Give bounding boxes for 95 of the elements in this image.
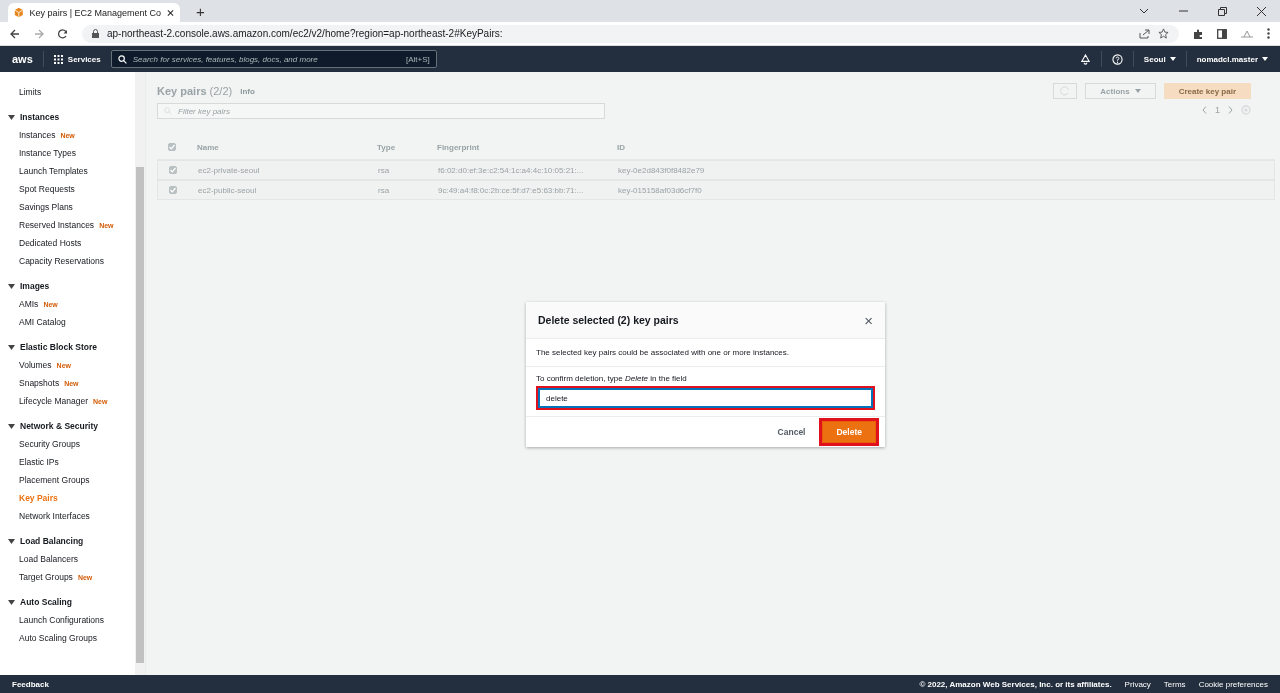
back-icon[interactable] [10, 28, 20, 39]
table-cell-text: ec2-private-seoul [198, 165, 261, 175]
sidebar-link[interactable]: AMI Catalog [8, 313, 66, 331]
sidebar-icon[interactable] [1217, 28, 1227, 39]
sidebar-link[interactable]: Limits [8, 83, 135, 101]
confirm-label: To confirm deletion, type Delete in the field [536, 373, 688, 384]
sidebar-link[interactable]: Spot Requests [8, 180, 75, 198]
scrollbar[interactable] [135, 72, 145, 675]
tab-title: Key pairs | EC2 Management Co [29, 7, 161, 18]
table-cell: key-0e2d843f0f8482e79 [618, 165, 705, 175]
feedback-link[interactable]: Feedback [12, 679, 49, 689]
checkbox[interactable] [169, 186, 177, 194]
close-button[interactable]: × [864, 312, 873, 328]
refresh-icon [1060, 86, 1071, 96]
shortcut-hint: [Alt+S] [405, 54, 430, 64]
section-header[interactable]: Load Balancing [8, 532, 84, 550]
footer-link[interactable]: Cookie preferences [1198, 679, 1268, 689]
restore-icon[interactable] [1218, 6, 1227, 16]
caret-icon [1262, 57, 1268, 61]
url-text: ap-northeast-2.console.aws.amazon.com/ec2/v2/home?region=ap-northeast-2#KeyPairs: [107, 28, 503, 39]
sidebar-link[interactable]: Security Groups [8, 435, 80, 453]
sidebar-link[interactable]: Placement Groups [8, 471, 90, 489]
footer-link[interactable]: Terms [1163, 679, 1186, 689]
search-icon [117, 54, 127, 64]
sidebar-link[interactable]: Capacity Reservations [8, 252, 105, 270]
sidebar-link[interactable]: Load Balancers [8, 550, 79, 568]
filter-field[interactable]: Filter key pairs [178, 106, 598, 116]
account-menu[interactable]: nomadcl.master [1196, 54, 1268, 64]
sidebar-link[interactable]: Elastic IPs [8, 453, 59, 471]
warning-text: The selected key pairs could be associated with one or more instances. [536, 347, 791, 359]
services-menu[interactable]: Services [53, 54, 101, 64]
sidebar-link[interactable]: Network Interfaces [8, 507, 90, 525]
section-header[interactable]: Network & Security [8, 417, 98, 435]
table-cell: key-015158af03d6cf7f0 [618, 185, 702, 195]
aws-logo[interactable]: aws [12, 53, 33, 65]
section-header[interactable]: Instances [8, 108, 60, 126]
address-bar[interactable]: ap-northeast-2.console.aws.amazon.com/ec2/v2/home?region=ap-northeast-2#KeyPairs: [82, 24, 1179, 43]
sidebar-link[interactable]: AMIs [8, 295, 39, 313]
sidebar-link[interactable]: Instances [8, 126, 56, 144]
sidebar-link[interactable]: Instance Types [8, 144, 77, 162]
footer-link[interactable]: Privacy [1124, 679, 1151, 689]
close-icon[interactable] [1257, 6, 1266, 16]
browser-tab[interactable]: Key pairs | EC2 Management Co [8, 3, 180, 22]
puzzle-icon[interactable] [1193, 28, 1203, 39]
caret-icon [8, 344, 15, 350]
table-cell-text: rsa [378, 165, 391, 175]
region-menu[interactable]: Seoul [1143, 54, 1176, 64]
cube-icon [14, 7, 24, 18]
section-header[interactable]: Elastic Block Store [8, 338, 97, 356]
chevron-down-icon[interactable] [1139, 8, 1149, 14]
more-icon[interactable] [1267, 28, 1270, 39]
share-icon[interactable] [1139, 28, 1150, 39]
confirm-field[interactable]: delete [539, 389, 872, 407]
caret-icon [8, 423, 15, 429]
create-button[interactable]: Create key pair [1163, 83, 1251, 99]
search-icon [164, 107, 172, 115]
copyright-text: © 2022, Amazon Web Services, Inc. or its affiliates. [919, 679, 1112, 689]
grid-icon [53, 54, 63, 64]
sidebar-link[interactable]: Reserved Instances [8, 216, 95, 234]
star-icon[interactable] [1158, 28, 1169, 39]
sidebar-link[interactable]: Snapshots [8, 374, 60, 392]
reload-icon[interactable] [58, 28, 68, 39]
sidebar-link[interactable]: Launch Templates [8, 162, 88, 180]
caret-icon [8, 283, 15, 289]
dialog-title: Delete selected (2) key pairs [538, 314, 680, 326]
checkbox[interactable] [169, 166, 177, 174]
filter-bar[interactable]: Filter key pairs [157, 103, 605, 119]
table-cell-text: f6:02:d0:ef:3e:c2:54:1c:a4:4c:10:05:21:... [438, 165, 585, 175]
new-tab-button[interactable]: + [196, 3, 205, 19]
lock-icon [92, 29, 99, 38]
caret-icon [1134, 89, 1141, 93]
table-cell-text: rsa [378, 185, 391, 195]
help-icon[interactable] [1111, 53, 1123, 65]
sidebar-link[interactable]: Auto Scaling Groups [8, 629, 97, 647]
sidebar-link[interactable]: Launch Configurations [8, 611, 105, 629]
section-header[interactable]: Auto Scaling [8, 593, 72, 611]
caret-icon [1169, 57, 1176, 61]
sidebar-link[interactable]: Target Groups [8, 568, 73, 586]
page-title: Key pairs (2/2) [157, 85, 233, 97]
table-cell-text: 9c:49:a4:f8:0c:2b:ce:5f:d7:e5:63:bb:71:... [438, 185, 585, 195]
search-bar[interactable]: Search for services, features, blogs, docs, and more [Alt+S] [110, 50, 437, 68]
cancel-button[interactable]: Cancel [777, 427, 806, 437]
section-header[interactable]: Images [8, 277, 50, 295]
sidebar-link[interactable]: Dedicated Hosts [8, 234, 82, 252]
caret-icon [8, 114, 15, 120]
checkbox[interactable] [168, 143, 176, 151]
caret-icon [8, 599, 15, 605]
sidebar-link[interactable]: Lifecycle Manager [8, 392, 88, 410]
bell-icon[interactable] [1079, 53, 1091, 65]
close-icon[interactable] [167, 8, 174, 17]
caret-icon [8, 538, 15, 544]
search-field[interactable]: Search for services, features, blogs, docs, and more [132, 54, 400, 64]
sidebar-link[interactable]: Savings Plans [8, 198, 73, 216]
sidebar-link[interactable]: Volumes [8, 356, 52, 374]
table-cell-text: ec2-public-seoul [198, 185, 258, 195]
